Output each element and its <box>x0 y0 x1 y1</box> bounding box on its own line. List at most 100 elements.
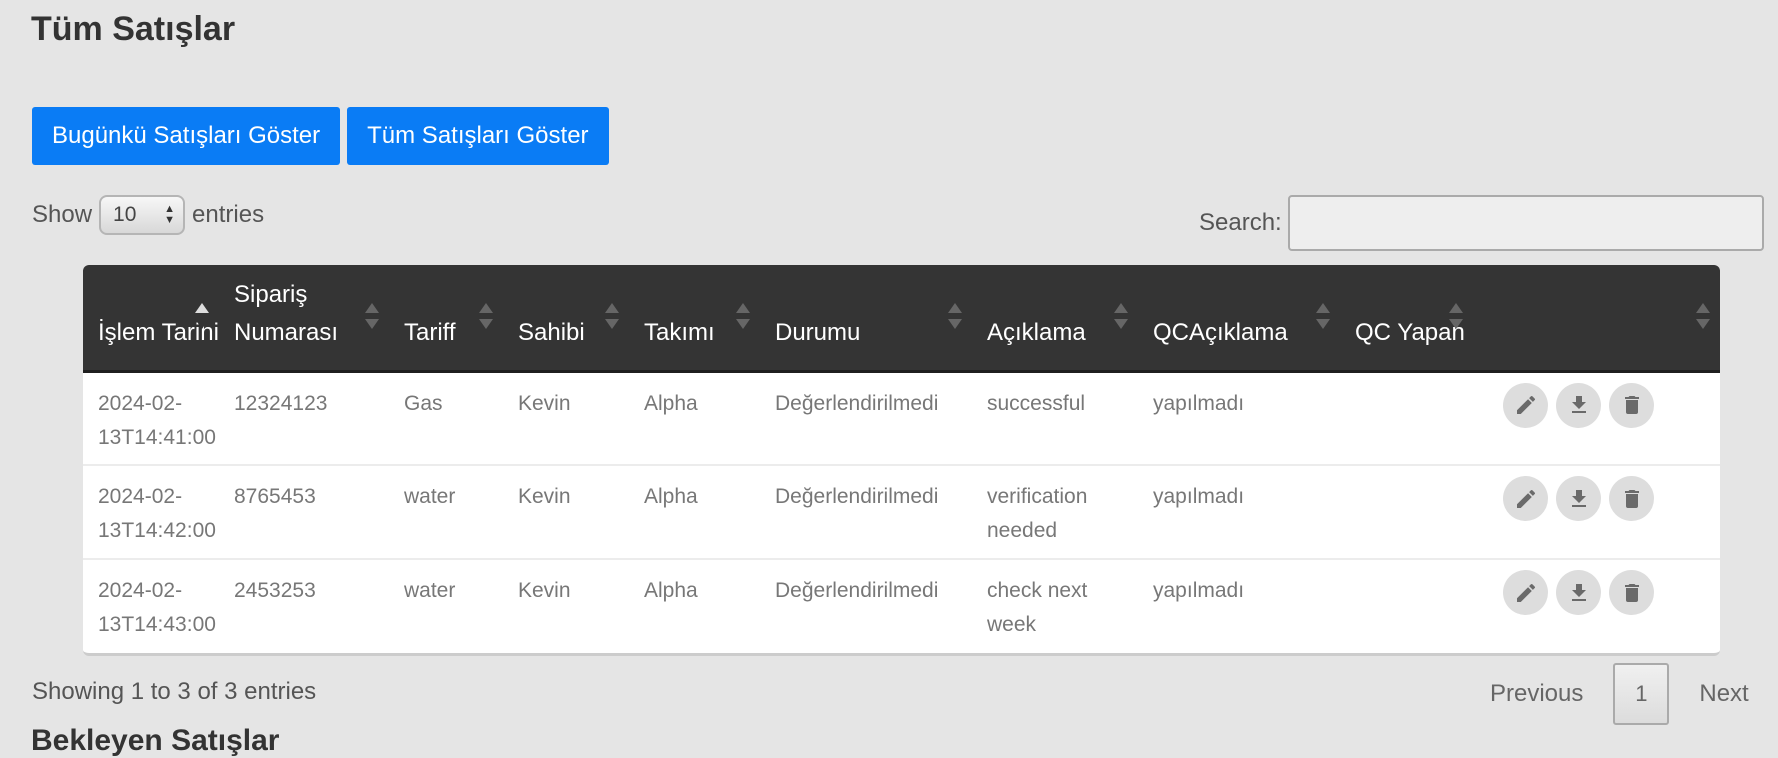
date-cell: 2024-02-13T14:42:00 <box>98 485 216 542</box>
tariff-cell: water <box>404 485 456 508</box>
entries-per-page-value: 10 <box>113 203 137 226</box>
pending-sales-heading: Bekleyen Satışlar <box>31 724 280 757</box>
qc-by-cell <box>1340 559 1473 653</box>
sort-icon <box>1449 303 1463 329</box>
status-cell: Değerlendirilmedi <box>775 485 939 508</box>
trash-icon <box>1624 489 1639 508</box>
order-number-cell: 12324123 <box>234 391 328 415</box>
column-header-label: Durumu <box>775 318 861 346</box>
delete-button[interactable] <box>1609 570 1654 615</box>
column-header-label: Sahibi <box>518 318 585 346</box>
column-header-actions[interactable] <box>1473 265 1720 373</box>
table-body: 2024-02-13T14:41:00 12324123 Gas Kevin Alpha… <box>83 371 1720 653</box>
column-header-tariff[interactable]: Tariff <box>389 265 503 373</box>
owner-cell: Kevin <box>518 485 571 508</box>
qc-description-cell: yapılmadı <box>1153 485 1245 508</box>
team-cell: Alpha <box>644 391 698 415</box>
page-1-button[interactable]: 1 <box>1613 663 1670 725</box>
sort-icon <box>948 303 962 329</box>
column-header-qc-description[interactable]: QCAçıklama <box>1138 265 1340 373</box>
actions-cell <box>1473 371 1720 465</box>
select-arrows-icon: ▲ ▼ <box>164 203 176 226</box>
sales-table: İşlem Tarihi Sipariş Numarası Tariff Sahibi… <box>83 265 1720 653</box>
page-title: Tüm Satışlar <box>31 10 236 48</box>
download-button[interactable] <box>1556 570 1601 615</box>
team-cell: Alpha <box>644 579 698 602</box>
order-number-cell: 2453253 <box>234 579 316 602</box>
table-info: Showing 1 to 3 of 3 entries <box>32 678 317 705</box>
qc-by-cell <box>1340 465 1473 559</box>
date-cell: 2024-02-13T14:43:00 <box>98 579 216 636</box>
column-header-label: Sipariş Numarası <box>234 280 339 346</box>
order-number-cell: 8765453 <box>234 485 316 508</box>
column-header-owner[interactable]: Sahibi <box>503 265 629 373</box>
delete-button[interactable] <box>1609 382 1654 428</box>
download-icon <box>1571 396 1586 413</box>
actions-cell <box>1473 559 1720 653</box>
sort-icon <box>195 303 209 329</box>
sales-table-container: İşlem Tarihi Sipariş Numarası Tariff Sahibi… <box>83 265 1720 656</box>
owner-cell: Kevin <box>518 579 571 602</box>
next-page-button[interactable]: Next <box>1669 680 1778 708</box>
edit-button[interactable] <box>1503 476 1548 521</box>
column-header-label: Açıklama <box>987 318 1086 346</box>
sort-icon <box>1114 303 1128 329</box>
delete-button[interactable] <box>1609 476 1654 521</box>
status-cell: Değerlendirilmedi <box>775 391 939 415</box>
column-header-label: Takımı <box>644 318 715 346</box>
search-label: Search: <box>1199 209 1282 236</box>
column-header-label: QCAçıklama <box>1153 318 1288 346</box>
description-cell: successful <box>987 391 1086 415</box>
length-suffix-label: entries <box>192 201 265 228</box>
show-all-sales-button[interactable]: Tüm Satışları Göster <box>347 107 609 165</box>
qc-by-cell <box>1340 371 1473 465</box>
sort-icon <box>479 303 493 329</box>
edit-button[interactable] <box>1503 570 1548 615</box>
row-actions <box>1503 476 1720 521</box>
pencil-icon <box>1516 395 1535 414</box>
column-header-qc-by[interactable]: QC Yapan <box>1340 265 1473 373</box>
table-row: 2024-02-13T14:43:00 2453253 water Kevin Alph… <box>83 559 1720 653</box>
entries-length-control: Show 10 ▲ ▼ entries <box>32 195 264 235</box>
team-cell: Alpha <box>644 485 698 508</box>
date-cell: 2024-02-13T14:41:00 <box>98 391 216 449</box>
column-header-team[interactable]: Takımı <box>629 265 760 373</box>
download-button[interactable] <box>1556 382 1601 428</box>
table-header-row: İşlem Tarihi Sipariş Numarası Tariff Sahibi… <box>83 265 1720 373</box>
row-actions <box>1503 382 1720 428</box>
sort-icon <box>1696 303 1710 329</box>
trash-icon <box>1624 396 1639 414</box>
edit-button[interactable] <box>1503 382 1548 428</box>
pencil-icon <box>1516 583 1535 602</box>
pagination: Previous 1 Next <box>1460 663 1778 725</box>
download-icon <box>1571 583 1586 601</box>
owner-cell: Kevin <box>518 391 571 415</box>
sort-icon <box>365 303 379 329</box>
column-header-label: Tariff <box>404 318 456 346</box>
tariff-cell: Gas <box>404 391 443 415</box>
qc-description-cell: yapılmadı <box>1153 579 1245 602</box>
trash-icon <box>1624 583 1639 602</box>
search-input[interactable] <box>1287 195 1764 251</box>
table-row: 2024-02-13T14:42:00 8765453 water Kevin Alph… <box>83 465 1720 559</box>
column-header-date[interactable]: İşlem Tarihi <box>83 265 219 373</box>
show-today-sales-button[interactable]: Bugünkü Satışları Göster <box>32 107 341 165</box>
row-actions <box>1503 570 1720 615</box>
column-header-status[interactable]: Durumu <box>760 265 972 373</box>
description-cell: check next week <box>987 579 1088 636</box>
previous-page-button[interactable]: Previous <box>1460 680 1613 708</box>
column-header-description[interactable]: Açıklama <box>972 265 1138 373</box>
qc-description-cell: yapılmadı <box>1153 391 1245 415</box>
sort-icon <box>605 303 619 329</box>
column-header-order-number[interactable]: Sipariş Numarası <box>219 265 389 373</box>
actions-cell <box>1473 465 1720 559</box>
entries-per-page-select[interactable]: 10 ▲ ▼ <box>99 195 186 235</box>
table-row: 2024-02-13T14:41:00 12324123 Gas Kevin Alpha… <box>83 371 1720 465</box>
filter-button-group: Bugünkü Satışları Göster Tüm Satışları G… <box>32 107 609 165</box>
length-prefix-label: Show <box>32 201 93 228</box>
pencil-icon <box>1516 489 1535 508</box>
download-button[interactable] <box>1556 476 1601 521</box>
search-control: Search: <box>1199 195 1764 251</box>
download-icon <box>1571 489 1586 507</box>
status-cell: Değerlendirilmedi <box>775 579 939 602</box>
